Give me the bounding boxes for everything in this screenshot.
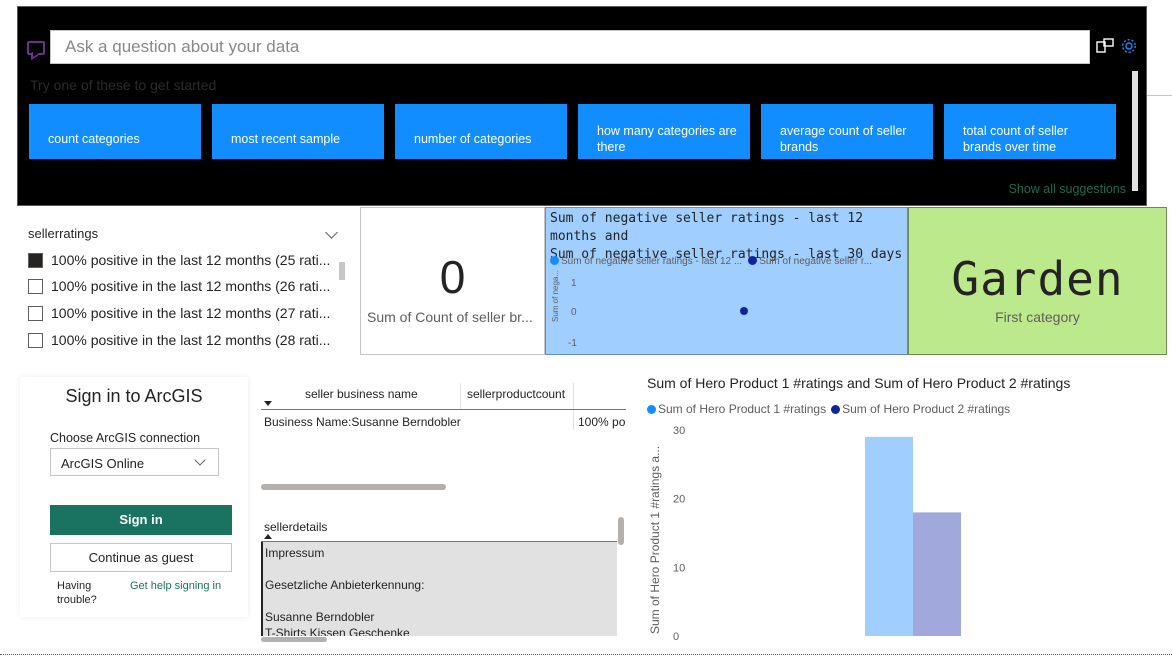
y-tick-label: 10: [673, 562, 685, 574]
checkbox[interactable]: [28, 305, 43, 321]
pop-out-icon[interactable]: [1096, 37, 1114, 55]
vertical-scrollbar[interactable]: [618, 517, 624, 545]
seller-table: seller business name sellerproductcount …: [261, 381, 626, 496]
horizontal-scrollbar[interactable]: [261, 637, 327, 642]
legend-item[interactable]: Sum of Hero Product 2 #ratings: [831, 402, 1010, 416]
column-header-sellerproductcount[interactable]: sellerproductcount: [467, 387, 565, 401]
chevron-down-icon[interactable]: [325, 226, 338, 239]
suggestion-button[interactable]: average count of seller brands: [761, 104, 933, 159]
slicer-item-label: 100% positive in the last 12 months (26 …: [51, 278, 331, 294]
chevron-down-icon: [194, 454, 206, 466]
suggestion-button[interactable]: count categories: [29, 104, 201, 159]
y-tick-label: -1: [568, 338, 577, 349]
qa-panel: Try one of these to get started count ca…: [17, 6, 1147, 206]
hero-product-ratings-chart: Sum of Hero Product 1 #ratings and Sum o…: [645, 372, 1145, 644]
first-category-card: Garden First category: [908, 207, 1167, 355]
chat-icon: [27, 41, 45, 55]
card-label: First category: [995, 309, 1080, 325]
slicer-item[interactable]: 100% positive in the last 12 months (25 …: [28, 252, 330, 268]
detail-line: [265, 561, 615, 577]
slicer-item[interactable]: 100% positive in the last 12 months (28 …: [28, 332, 330, 348]
chart-legend: Sum of Hero Product 1 #ratings Sum of He…: [647, 402, 1010, 416]
report-page: Try one of these to get started count ca…: [0, 0, 1172, 661]
sign-in-button[interactable]: Sign in: [50, 505, 232, 535]
detail-line: Impressum: [265, 546, 325, 560]
suggestion-button[interactable]: most recent sample: [212, 104, 384, 159]
arcgis-signin-panel: Sign in to ArcGIS Choose ArcGIS connecti…: [20, 377, 248, 617]
slicer-item[interactable]: 100% positive in the last 12 months (27 …: [28, 305, 330, 321]
y-tick-label: 1: [571, 278, 577, 289]
suggestion-button[interactable]: total count of seller brands over time: [944, 104, 1116, 159]
connection-select[interactable]: ArcGIS Online: [50, 448, 219, 476]
seller-brands-count-card: 0 Sum of Count of seller br...: [360, 207, 545, 355]
y-axis-label: Sum of Hero Product 1 #ratings a...: [648, 446, 662, 634]
sellerdetails-cell: Impressum Gesetzliche Anbieterkennung: S…: [261, 542, 617, 636]
chart-title-line: Sum of negative seller ratings - last 12…: [550, 211, 864, 244]
checkbox-checked[interactable]: [28, 252, 43, 268]
slicer-title: sellerratings: [28, 226, 99, 241]
sort-desc-icon[interactable]: [264, 401, 272, 406]
column-header-sellerdetails[interactable]: sellerdetails: [264, 520, 327, 534]
checkbox[interactable]: [28, 332, 43, 348]
table-cell: Business Name:Susanne Berndobler: [264, 415, 461, 429]
slicer-item[interactable]: 100% positive in the last 12 months (26 …: [28, 278, 330, 294]
connection-label: Choose ArcGIS connection: [50, 431, 201, 445]
header-underline: [261, 409, 626, 410]
legend-dot-icon: [831, 405, 841, 414]
show-all-suggestions-link[interactable]: Show all suggestions: [1009, 182, 1126, 196]
page-boundary: [0, 654, 1172, 655]
settings-gear-icon[interactable]: [1120, 37, 1138, 55]
card-value: Garden: [951, 252, 1124, 306]
negative-ratings-scatter-chart: Sum of negative seller ratings - last 12…: [545, 207, 908, 355]
column-separator: [460, 383, 461, 409]
qa-hint-text: Try one of these to get started: [30, 77, 217, 93]
horizontal-scrollbar[interactable]: [261, 484, 446, 490]
qa-suggestion-list: count categories most recent sample numb…: [29, 104, 1116, 159]
table-cell: 100% po: [578, 415, 626, 429]
legend-item[interactable]: Sum of Hero Product 1 #ratings: [647, 402, 826, 416]
slicer-item-label: 100% positive in the last 12 months (27 …: [51, 305, 331, 321]
arcgis-title: Sign in to ArcGIS: [65, 386, 203, 406]
slicer-scrollbar[interactable]: [339, 262, 345, 280]
help-signing-in-link[interactable]: Get help signing in: [130, 579, 222, 593]
chart-title: Sum of Hero Product 1 #ratings and Sum o…: [647, 375, 1071, 391]
bar-plot-area: Sum of Hero Product 1 #ratings a... 0 10 20…: [648, 425, 961, 642]
bar-1[interactable]: [865, 436, 913, 636]
sellerdetails-table: sellerdetails Impressum Gesetzliche Anbi…: [261, 514, 626, 642]
qa-toolbar: [1096, 36, 1138, 56]
checkbox[interactable]: [28, 278, 43, 294]
scatter-point[interactable]: [740, 307, 748, 315]
connection-select-value: ArcGIS Online: [61, 456, 145, 471]
y-tick-label: 0: [571, 307, 577, 318]
bar-2[interactable]: [913, 512, 961, 636]
trouble-text: Having trouble?: [57, 580, 97, 606]
sellerratings-slicer: sellerratings 100% positive in the last …: [20, 222, 350, 352]
detail-line: [265, 593, 615, 609]
legend-dot-icon: [647, 405, 656, 414]
slicer-item-label: 100% positive in the last 12 months (25 …: [51, 252, 331, 268]
y-tick-label: 20: [673, 494, 685, 506]
divider: [1147, 95, 1172, 96]
column-separator: [573, 383, 574, 409]
slicer-item-label: 100% positive in the last 12 months (28 …: [51, 332, 331, 348]
scatter-plot-area: Sum of nega... 1 0 -1: [551, 270, 748, 349]
qa-question-input[interactable]: [50, 30, 1090, 64]
column-separator: [573, 410, 574, 430]
sort-asc-icon[interactable]: [264, 534, 272, 539]
suggestion-button[interactable]: how many categories are there: [578, 104, 750, 159]
y-tick-label: 0: [673, 631, 679, 642]
legend-label: Sum of Hero Product 1 #ratings: [658, 402, 827, 416]
column-header-seller-business-name[interactable]: seller business name: [305, 387, 418, 401]
y-axis-label: Sum of nega...: [551, 270, 560, 322]
legend-label: Sum of Hero Product 2 #ratings: [842, 402, 1011, 416]
qa-scrollbar[interactable]: [1132, 71, 1138, 191]
card-label: Sum of Count of seller br...: [367, 309, 533, 325]
detail-line: Susanne Berndobler: [265, 610, 375, 624]
suggestion-button[interactable]: number of categories: [395, 104, 567, 159]
continue-as-guest-button[interactable]: Continue as guest: [50, 543, 232, 572]
detail-line: T-Shirts Kissen Geschenke: [265, 626, 410, 636]
detail-line: Gesetzliche Anbieterkennung:: [265, 578, 425, 592]
card-value: 0: [439, 251, 466, 303]
y-tick-label: 30: [673, 425, 685, 437]
